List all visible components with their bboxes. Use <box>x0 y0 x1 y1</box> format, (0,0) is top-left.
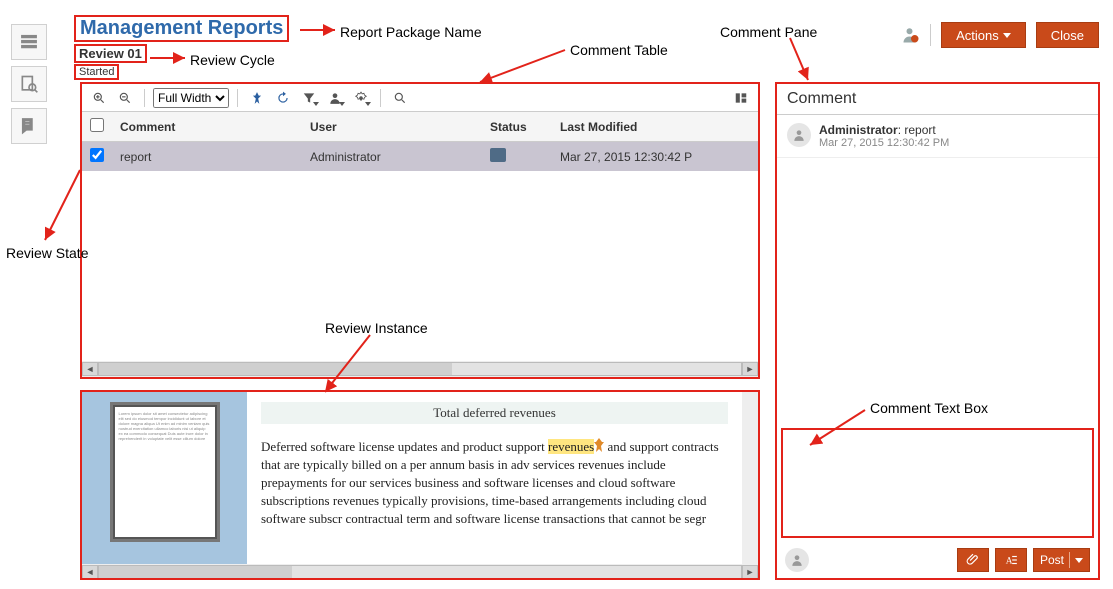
comment-table: Comment User Status Last Modified report… <box>82 112 758 171</box>
comment-actions: A Post <box>777 542 1098 578</box>
row-checkbox[interactable] <box>90 148 104 162</box>
avatar-icon <box>785 548 809 572</box>
zoom-select[interactable]: Full Width <box>153 88 229 108</box>
actions-button[interactable]: Actions <box>941 22 1026 48</box>
anno-review-state: Review State <box>6 245 88 261</box>
layout-icon[interactable] <box>730 87 752 109</box>
filter-icon[interactable] <box>298 87 320 109</box>
rail-search-doc-button[interactable] <box>11 66 47 102</box>
doc-hscroll[interactable]: ◄► <box>82 564 758 580</box>
review-state: Started <box>74 64 119 80</box>
highlighted-word: revenues <box>548 439 594 454</box>
left-rail <box>11 24 47 144</box>
attach-button[interactable] <box>957 548 989 572</box>
anno-comment-table: Comment Table <box>570 42 668 58</box>
pin-icon[interactable] <box>246 87 268 109</box>
cell-comment: report <box>112 142 302 172</box>
comment-user: Administrator <box>819 123 898 137</box>
comment-pane: Comment Administrator: report Mar 27, 20… <box>775 82 1100 580</box>
user-status-icon <box>902 26 920 44</box>
zoom-out-icon[interactable] <box>114 87 136 109</box>
search-icon[interactable] <box>389 87 411 109</box>
doc-body-text: Deferred software license updates and pr… <box>261 438 728 528</box>
post-button[interactable]: Post <box>1033 548 1090 572</box>
review-instance-panel: Lorem ipsum dolor sit amet consectetur a… <box>80 390 760 580</box>
comment-pane-title: Comment <box>777 84 1098 115</box>
anno-comment-text-box: Comment Text Box <box>870 400 988 416</box>
comment-text: report <box>904 123 935 137</box>
zoom-in-icon[interactable] <box>88 87 110 109</box>
rail-comment-doc-button[interactable] <box>11 108 47 144</box>
comment-input[interactable] <box>783 430 1092 536</box>
separator <box>930 24 931 46</box>
svg-text:A: A <box>1006 557 1013 567</box>
document-view[interactable]: Total deferred revenues Deferred softwar… <box>247 392 742 564</box>
table-row[interactable]: report Administrator Mar 27, 2015 12:30:… <box>82 142 758 172</box>
post-label: Post <box>1040 553 1064 567</box>
table-hscroll[interactable]: ◄► <box>82 361 758 377</box>
status-icon <box>490 148 506 162</box>
comment-entry: Administrator: report Mar 27, 2015 12:30… <box>777 115 1098 158</box>
comment-timestamp: Mar 27, 2015 12:30:42 PM <box>819 137 949 149</box>
rail-grid-button[interactable] <box>11 24 47 60</box>
actions-label: Actions <box>956 28 999 43</box>
doc-vscroll[interactable] <box>742 392 758 564</box>
select-all-checkbox[interactable] <box>90 118 104 132</box>
col-user: User <box>302 112 482 142</box>
comment-pin-icon[interactable] <box>594 438 604 452</box>
user-filter-icon[interactable] <box>324 87 346 109</box>
anno-comment-pane: Comment Pane <box>720 24 817 40</box>
cell-lastmod: Mar 27, 2015 12:30:42 P <box>552 142 758 172</box>
close-label: Close <box>1051 28 1084 43</box>
cell-user: Administrator <box>302 142 482 172</box>
col-lastmod: Last Modified <box>552 112 758 142</box>
comment-text-box <box>781 428 1094 538</box>
anno-review-instance: Review Instance <box>325 320 428 336</box>
page-thumbnail[interactable]: Lorem ipsum dolor sit amet consectetur a… <box>110 402 220 542</box>
comment-table-toolbar: Full Width <box>82 84 758 112</box>
report-package-name: Management Reports <box>74 15 289 42</box>
close-button[interactable]: Close <box>1036 22 1099 48</box>
doc-section-title: Total deferred revenues <box>261 402 728 424</box>
page-thumbnail-strip: Lorem ipsum dolor sit amet consectetur a… <box>82 392 247 564</box>
refresh-icon[interactable] <box>272 87 294 109</box>
review-cycle: Review 01 <box>74 44 147 63</box>
anno-review-cycle: Review Cycle <box>190 52 275 68</box>
caret-down-icon <box>1003 33 1011 38</box>
format-button[interactable]: A <box>995 548 1027 572</box>
avatar-icon <box>787 123 811 147</box>
anno-package-name: Report Package Name <box>340 24 482 40</box>
settings-icon[interactable] <box>350 87 372 109</box>
header-actions: Actions Close <box>902 22 1099 48</box>
col-status: Status <box>482 112 552 142</box>
caret-down-icon <box>1075 558 1083 563</box>
col-comment: Comment <box>112 112 302 142</box>
